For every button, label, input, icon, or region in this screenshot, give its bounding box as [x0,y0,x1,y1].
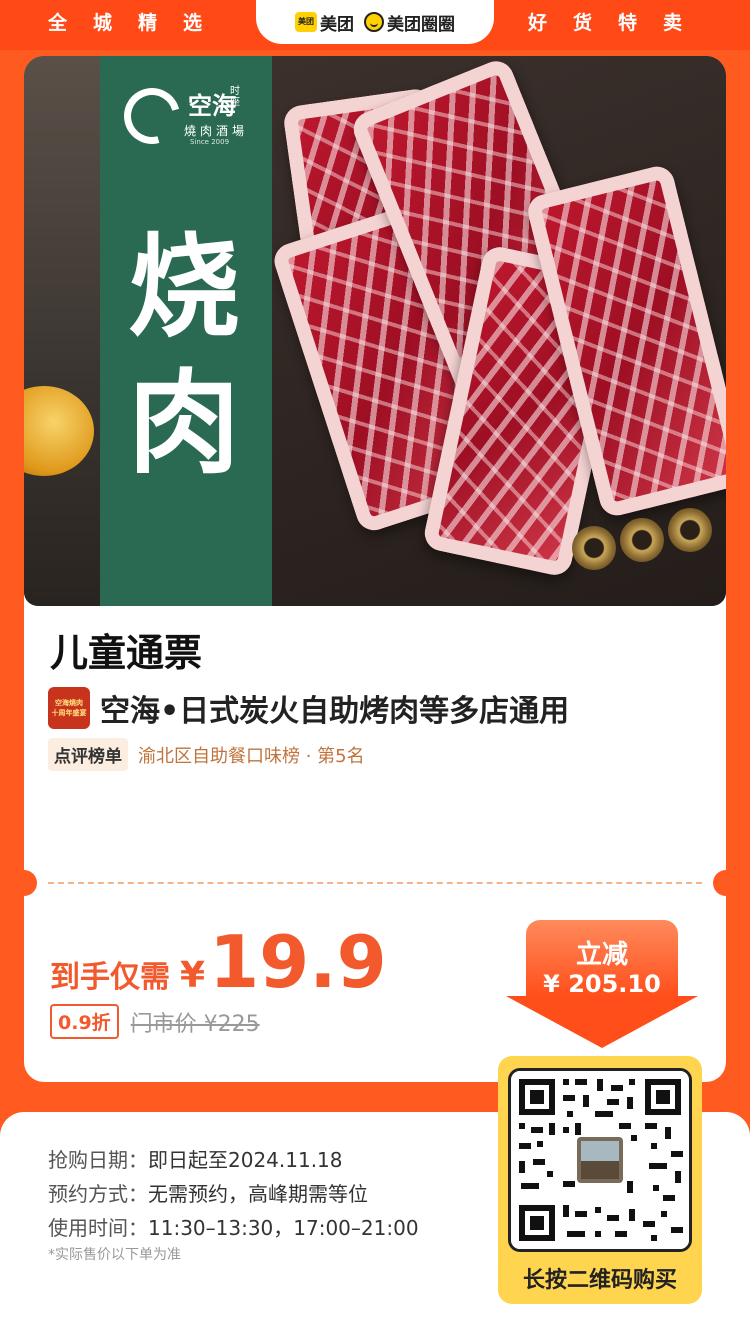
ticket-notch-left [24,870,37,896]
rank-row[interactable]: 点评榜单 渝北区自助餐口味榜 · 第5名 [48,738,365,771]
purchase-date-value: 即日起至2024.11.18 [148,1148,343,1172]
discount-badge: 0.9折 [50,1004,119,1039]
qr-caption: 长按二维码购买 [522,1268,677,1293]
grill-roll [668,508,712,552]
reduce-badge: 立减 ¥ 205.10 [506,920,698,1050]
price-currency: ¥ [180,955,206,996]
ticket-notch-right [713,870,726,896]
shop-thumb-line2: 十周年盛宴 [51,709,87,717]
smile-logo-icon [364,12,384,32]
market-price: 门市价 ¥225 [130,1011,260,1037]
booking-line: 预约方式：无需预约，高峰期需等位 [48,1178,368,1207]
logo-sub-vertical: 时座 [230,86,240,108]
qr-code-image [511,1071,689,1249]
grill-roll [620,518,664,562]
product-title: 儿童通票 [50,631,203,675]
brand-quanquan-label: 美团圈圈 [387,14,455,35]
slogan-left: 全城精选 [48,12,229,34]
usage-time-label: 使用时间： [48,1216,148,1240]
brand-meituan: 美团 美团 [295,10,354,35]
logo-name: 空海 [188,92,236,120]
rank-text: 渝北区自助餐口味榜 · 第5名 [138,745,365,767]
green-title-panel: 空海 时座 燒肉酒場 Since 2009 烧 肉 [100,56,272,606]
booking-label: 预约方式： [48,1182,148,1206]
meat-photo [269,56,726,606]
shop-row[interactable]: 空海燒肉 十周年盛宴 空海•日式炭火自助烤肉等多店通用 [48,686,569,730]
price-prefix: 到手仅需 [50,960,170,995]
hero-image[interactable]: 空海 时座 燒肉酒場 Since 2009 烧 肉 [24,56,726,606]
dashed-divider [48,882,702,884]
qr-frame[interactable]: 长按二维码购买 [498,1056,702,1304]
top-banner: 全城精选 美团 美团 美团圈圈 好货特卖 [0,0,750,50]
logo-sub: 燒肉酒場 [184,124,249,138]
title-char-1: 烧 [128,223,240,353]
brand-pill: 美团 美团 美团圈圈 [256,0,494,44]
arrow-down-icon [506,996,698,1048]
purchase-date-line: 抢购日期：即日起至2024.11.18 [48,1144,343,1173]
price-row: 到手仅需 ¥ 19.9 [50,926,387,998]
booking-value: 无需预约，高峰期需等位 [148,1182,368,1206]
price-value: 19.9 [209,920,387,1004]
qr-code[interactable] [508,1068,692,1252]
brand-quanquan: 美团圈圈 [364,10,455,35]
purchase-date-label: 抢购日期： [48,1148,148,1172]
price-footnote: *实际售价以下单为准 [48,1247,181,1263]
brand-meituan-label: 美团 [320,14,354,35]
discount-row: 0.9折 门市价 ¥225 [50,1004,260,1039]
grill-roll [572,526,616,570]
slogan-right: 好货特卖 [528,12,709,34]
hero-left-background [24,56,104,606]
title-char-2: 肉 [128,359,240,489]
shop-thumbnail: 空海燒肉 十周年盛宴 [48,687,90,729]
usage-time-line: 使用时间：11:30–13:30，17:00–21:00 [48,1212,419,1241]
meituan-logo-icon: 美团 [295,12,317,32]
usage-time-value: 11:30–13:30，17:00–21:00 [148,1216,419,1240]
rank-badge: 点评榜单 [48,738,128,771]
kongkai-logo-icon [113,77,191,155]
shop-name: 空海•日式炭火自助烤肉等多店通用 [100,694,570,729]
reduce-label: 立减 [575,940,628,970]
logo-since: Since 2009 [190,138,230,146]
reduce-amount: ¥ 205.10 [543,970,661,998]
shop-thumb-line1: 空海燒肉 [55,699,83,707]
